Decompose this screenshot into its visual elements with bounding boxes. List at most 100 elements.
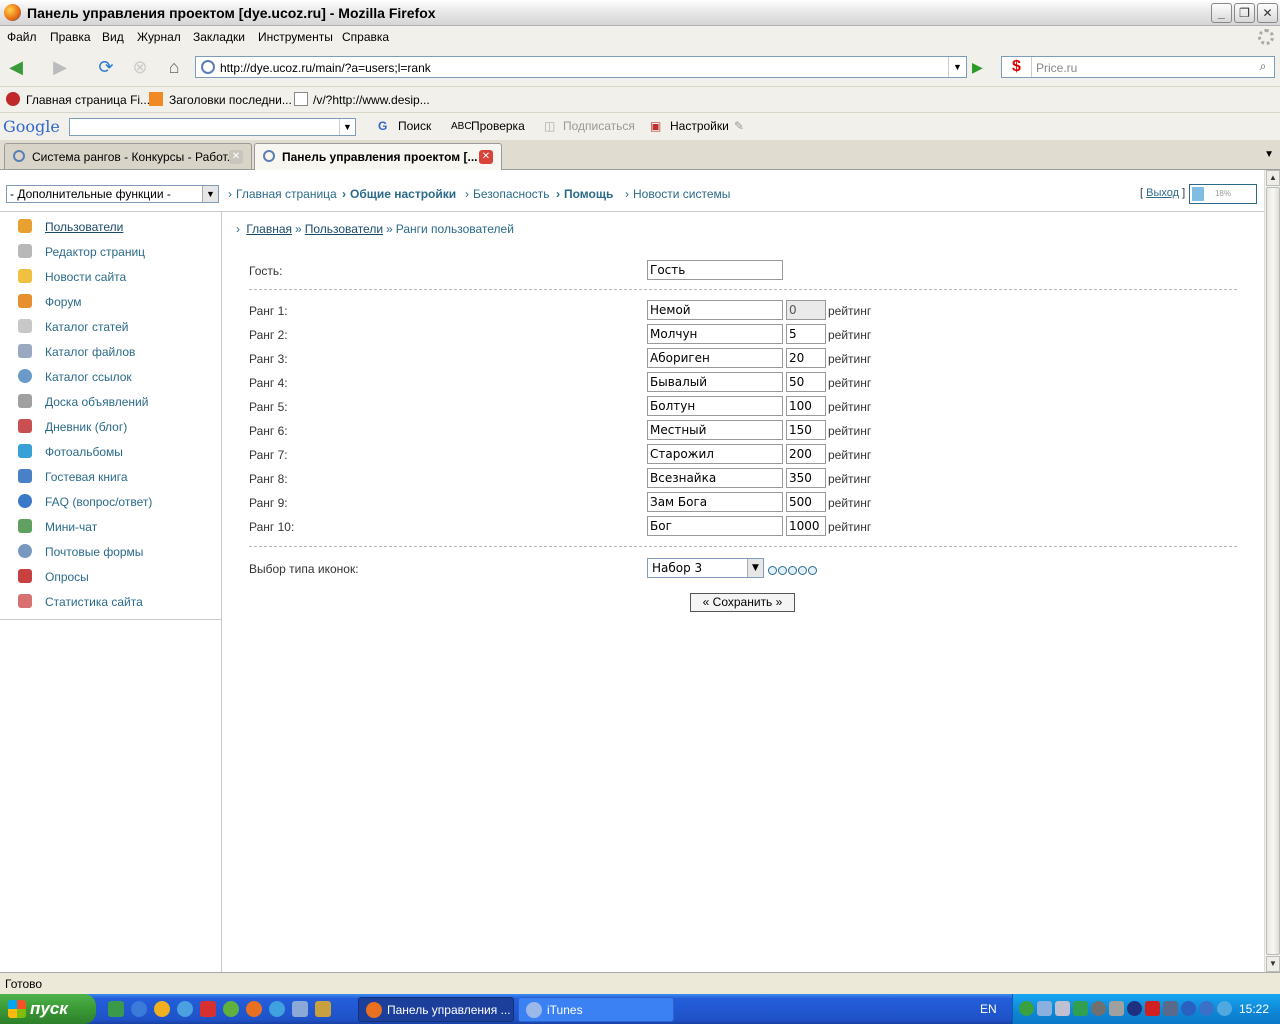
sidebar-item-board[interactable]: Доска объявлений <box>18 393 218 411</box>
bookmark-item[interactable]: Заголовки последни... <box>169 93 292 107</box>
rank-rating-input[interactable]: 350 <box>786 468 826 488</box>
nav-help[interactable]: Помощь <box>556 187 613 201</box>
address-url[interactable]: http://dye.ucoz.ru/main/?a=users;l=rank <box>220 61 431 75</box>
nav-system-news[interactable]: Новости системы <box>625 187 730 201</box>
forward-icon[interactable]: ▶ <box>48 55 72 79</box>
quicklaunch-desktop-icon[interactable] <box>108 1001 124 1017</box>
tab-close-icon[interactable]: ✕ <box>479 150 493 164</box>
tray-security-icon[interactable] <box>1091 1001 1106 1016</box>
tray-update-icon[interactable] <box>1217 1001 1232 1016</box>
sidebar-item-forum[interactable]: Форум <box>18 293 218 311</box>
nav-home[interactable]: Главная страница <box>228 187 337 201</box>
sidebar-item-users[interactable]: Пользователи <box>18 218 218 236</box>
scroll-down-icon[interactable]: ▼ <box>1266 956 1280 972</box>
tray-ati-icon[interactable] <box>1145 1001 1160 1016</box>
tray-monitor-icon[interactable] <box>1073 1001 1088 1016</box>
language-indicator[interactable]: EN <box>980 1002 997 1016</box>
reload-icon[interactable]: ⟳ <box>94 55 118 79</box>
quicklaunch-icq-icon[interactable] <box>223 1001 239 1017</box>
save-button[interactable]: « Сохранить » <box>690 593 795 612</box>
rank-rating-input[interactable]: 50 <box>786 372 826 392</box>
google-logo[interactable]: Google <box>3 117 60 136</box>
chevron-down-icon[interactable]: ▼ <box>747 559 763 577</box>
google-subscribe-button[interactable]: Подписаться <box>563 119 635 133</box>
sidebar-item-stats[interactable]: Статистика сайта <box>18 593 218 611</box>
icon-set-select[interactable]: Набор 3 ▼ <box>647 558 764 578</box>
quicklaunch-itunes-icon[interactable] <box>292 1001 308 1017</box>
menu-view[interactable]: Вид <box>102 30 124 44</box>
pencil-icon[interactable]: ✎ <box>734 119 744 133</box>
vertical-scrollbar[interactable]: ▲ ▼ <box>1264 170 1280 972</box>
tab-list-icon[interactable]: ▼ <box>1264 149 1274 160</box>
menu-edit[interactable]: Правка <box>50 30 91 44</box>
start-button[interactable]: пуск <box>0 994 96 1024</box>
bookmark-item[interactable]: /v/?http://www.desip... <box>313 93 430 107</box>
sidebar-item-polls[interactable]: Опросы <box>18 568 218 586</box>
sidebar-item-photos[interactable]: Фотоальбомы <box>18 443 218 461</box>
chevron-down-icon[interactable]: ▼ <box>202 186 218 202</box>
maximize-button[interactable]: ❐ <box>1234 3 1255 23</box>
minimize-button[interactable]: _ <box>1211 3 1232 23</box>
quicklaunch-browser-icon[interactable] <box>177 1001 193 1017</box>
rank-name-input[interactable]: Болтун <box>647 396 783 416</box>
rank-rating-input[interactable]: 100 <box>786 396 826 416</box>
go-icon[interactable]: ▶ <box>972 58 990 76</box>
tray-info-icon[interactable] <box>1181 1001 1196 1016</box>
rank-name-input[interactable]: Старожил <box>647 444 783 464</box>
quicklaunch-media-icon[interactable] <box>154 1001 170 1017</box>
tray-icq-icon[interactable] <box>1019 1001 1034 1016</box>
quicklaunch-ie-icon[interactable] <box>131 1001 147 1017</box>
tab-control-panel[interactable]: Панель управления проектом [... ✕ <box>254 143 502 171</box>
scroll-up-icon[interactable]: ▲ <box>1266 170 1280 186</box>
menu-history[interactable]: Журнал <box>137 30 181 44</box>
sidebar-item-faq[interactable]: FAQ (вопрос/ответ) <box>18 493 218 511</box>
sidebar-item-guestbook[interactable]: Гостевая книга <box>18 468 218 486</box>
google-search-button[interactable]: Поиск <box>398 119 431 133</box>
tray-antivirus-icon[interactable] <box>1127 1001 1142 1016</box>
quicklaunch-app-icon[interactable] <box>315 1001 331 1017</box>
search-engine-icon[interactable]: $ <box>1002 57 1032 77</box>
rank-rating-input[interactable]: 150 <box>786 420 826 440</box>
quicklaunch-search-icon[interactable] <box>269 1001 285 1017</box>
search-input[interactable]: Price.ru <box>1036 61 1077 75</box>
menu-bookmarks[interactable]: Закладки <box>193 30 245 44</box>
rank-name-input[interactable]: Всезнайка <box>647 468 783 488</box>
menu-tools[interactable]: Инструменты <box>258 30 333 44</box>
google-search-input[interactable]: ▼ <box>69 118 356 136</box>
sidebar-item-page-editor[interactable]: Редактор страниц <box>18 243 218 261</box>
taskbar-itunes-window[interactable]: iTunes <box>518 997 674 1022</box>
sidebar-item-news[interactable]: Новости сайта <box>18 268 218 286</box>
tray-app-icon[interactable] <box>1199 1001 1214 1016</box>
scroll-thumb[interactable] <box>1266 187 1280 955</box>
tab-close-icon[interactable]: ✕ <box>229 150 243 164</box>
breadcrumb-users[interactable]: Пользователи <box>305 222 383 236</box>
tray-network-icon[interactable] <box>1055 1001 1070 1016</box>
extra-functions-select[interactable]: - Дополнительные функции - ▼ <box>6 185 219 203</box>
bookmark-item[interactable]: Главная страница Fi... <box>26 93 150 107</box>
address-bar[interactable]: http://dye.ucoz.ru/main/?a=users;l=rank … <box>195 56 967 78</box>
rank-rating-input[interactable]: 200 <box>786 444 826 464</box>
sidebar-item-mailforms[interactable]: Почтовые формы <box>18 543 218 561</box>
tab-rank-system[interactable]: Система рангов - Конкурсы - Работ... ✕ <box>4 143 252 169</box>
rank-rating-input[interactable]: 5 <box>786 324 826 344</box>
sidebar-item-links[interactable]: Каталог ссылок <box>18 368 218 386</box>
rank-name-input[interactable]: Зам Бога <box>647 492 783 512</box>
guest-name-input[interactable]: Гость <box>647 260 783 280</box>
quicklaunch-download-icon[interactable] <box>200 1001 216 1017</box>
back-icon[interactable]: ◀ <box>4 55 28 79</box>
quicklaunch-firefox-icon[interactable] <box>246 1001 262 1017</box>
breadcrumb-home[interactable]: Главная <box>246 222 292 236</box>
site-identity-icon[interactable] <box>201 60 215 74</box>
rank-name-input[interactable]: Немой <box>647 300 783 320</box>
search-box[interactable]: $ Price.ru ⌕ <box>1001 56 1275 78</box>
sidebar-item-blog[interactable]: Дневник (блог) <box>18 418 218 436</box>
stop-icon[interactable]: ⊗ <box>128 55 152 79</box>
logout-link[interactable]: Выход <box>1146 187 1179 199</box>
rank-name-input[interactable]: Бог <box>647 516 783 536</box>
address-dropdown-icon[interactable]: ▼ <box>948 57 966 77</box>
rank-name-input[interactable]: Абориген <box>647 348 783 368</box>
home-icon[interactable]: ⌂ <box>162 55 186 79</box>
google-g-icon[interactable]: G <box>378 119 387 133</box>
search-icon[interactable]: ⌕ <box>1254 59 1272 75</box>
rank-rating-input[interactable]: 1000 <box>786 516 826 536</box>
